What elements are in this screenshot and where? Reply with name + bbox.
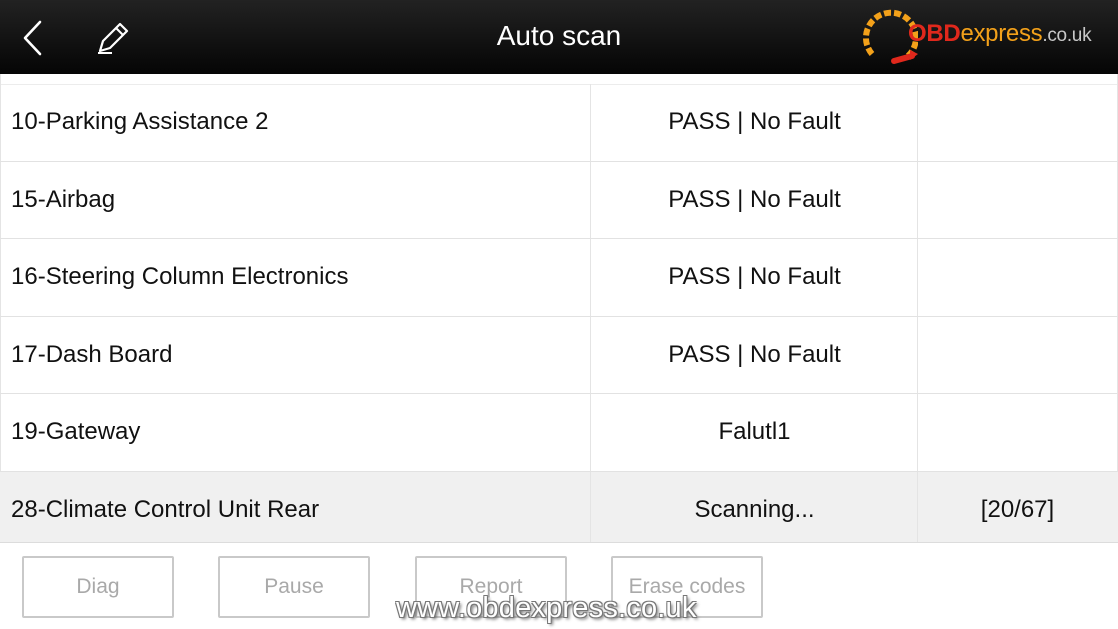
module-status: Falutl1: [590, 394, 918, 471]
logo-obd: OBD: [908, 20, 961, 47]
module-name: 19-Gateway: [11, 418, 141, 446]
scan-results-table: 10-Parking Assistance 2 PASS | No Fault …: [0, 84, 1118, 549]
top-bar: Auto scan OBDexpress.co.uk: [0, 0, 1118, 74]
logo-express: express: [960, 20, 1043, 47]
logo-tld: .co.uk: [1042, 25, 1092, 46]
table-row[interactable]: 10-Parking Assistance 2 PASS | No Fault: [0, 84, 1118, 162]
module-status: PASS | No Fault: [590, 316, 918, 393]
logo-wordmark: OBDexpress.co.uk: [908, 20, 1092, 48]
table-row-scanning[interactable]: 28-Climate Control Unit Rear Scanning...…: [0, 471, 1118, 549]
module-name: 10-Parking Assistance 2: [11, 108, 269, 136]
watermark: www.obdexpress.co.uk: [396, 592, 697, 624]
module-progress: [917, 239, 1117, 316]
table-row[interactable]: 17-Dash Board PASS | No Fault: [0, 316, 1118, 394]
pause-button[interactable]: Pause: [218, 556, 370, 618]
module-progress: [20/67]: [917, 471, 1117, 548]
module-status: PASS | No Fault: [590, 239, 918, 316]
brand-logo: OBDexpress.co.uk: [858, 4, 1114, 68]
table-row[interactable]: 15-Airbag PASS | No Fault: [0, 161, 1118, 239]
module-status: PASS | No Fault: [590, 161, 918, 238]
module-progress: [917, 394, 1117, 471]
module-name: 17-Dash Board: [11, 340, 173, 368]
table-row[interactable]: 19-Gateway Falutl1: [0, 394, 1118, 472]
table-row[interactable]: 16-Steering Column Electronics PASS | No…: [0, 239, 1118, 317]
module-status: PASS | No Fault: [590, 84, 918, 161]
module-name: 28-Climate Control Unit Rear: [11, 495, 320, 523]
module-name: 16-Steering Column Electronics: [11, 263, 349, 291]
module-name: 15-Airbag: [11, 185, 116, 213]
module-progress: [917, 84, 1117, 161]
module-progress: [917, 161, 1117, 238]
module-progress: [917, 316, 1117, 393]
module-status: Scanning...: [590, 471, 918, 548]
diag-button[interactable]: Diag: [22, 556, 174, 618]
